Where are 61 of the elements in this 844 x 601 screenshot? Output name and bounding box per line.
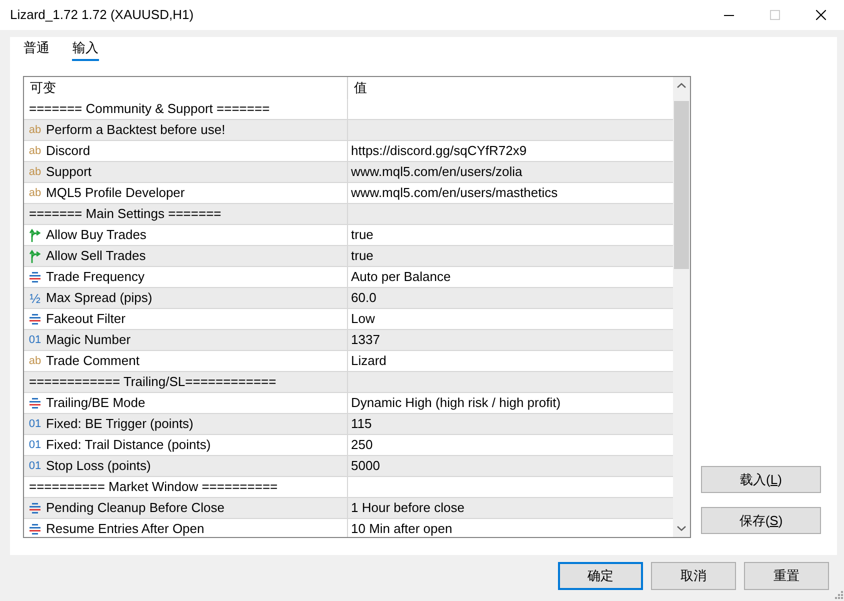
parameter-name: Trade Comment xyxy=(46,354,140,368)
parameter-value[interactable]: true xyxy=(348,246,673,267)
save-button[interactable]: 保存(S) xyxy=(701,507,821,534)
text-type-icon: ab xyxy=(28,146,42,156)
parameter-name: Discord xyxy=(46,144,90,158)
parameter-name: Trailing/BE Mode xyxy=(46,396,146,410)
integer-type-icon: 01 xyxy=(28,334,42,346)
reset-button[interactable]: 重置 xyxy=(744,562,829,590)
load-button[interactable]: 载入(L) xyxy=(701,466,821,493)
parameter-value[interactable]: www.mql5.com/en/users/zolia xyxy=(348,162,673,183)
parameter-name: MQL5 Profile Developer xyxy=(46,186,185,200)
tab[interactable]: 输入 xyxy=(72,37,99,61)
branch-arrow-icon xyxy=(29,228,41,242)
scrollbar-thumb[interactable] xyxy=(674,101,689,269)
parameter-value[interactable]: 5000 xyxy=(348,456,673,477)
parameter-name: Max Spread (pips) xyxy=(46,291,152,305)
fraction-icon: ½ xyxy=(28,292,42,304)
text-type-icon: ab xyxy=(28,124,42,136)
maximize-icon xyxy=(770,10,780,20)
parameter-value[interactable]: 1337 xyxy=(348,330,673,351)
list-lines-icon xyxy=(29,523,41,535)
parameter-value[interactable]: 1 Hour before close xyxy=(348,498,673,519)
close-icon xyxy=(816,10,826,20)
parameter-value[interactable]: 60.0 xyxy=(348,288,673,309)
scroll-up-icon[interactable] xyxy=(677,83,686,88)
parameter-name: Resume Entries After Open xyxy=(46,522,204,536)
parameter-name: Allow Buy Trades xyxy=(46,228,146,242)
list-lines-icon xyxy=(29,271,41,283)
parameter-name: Perform a Backtest before use! xyxy=(46,123,226,137)
cancel-button[interactable]: 取消 xyxy=(651,562,736,590)
size-grip-icon[interactable] xyxy=(835,591,843,599)
list-lines-icon xyxy=(29,397,41,409)
tab[interactable]: 普通 xyxy=(23,37,50,61)
text-type-icon: ab xyxy=(28,166,42,178)
ok-button[interactable]: 确定 xyxy=(558,562,643,590)
minimize-icon xyxy=(724,14,734,16)
section-heading: ============ Trailing/SL============ xyxy=(24,372,348,393)
integer-type-icon: 01 xyxy=(28,418,42,430)
text-type-icon: ab xyxy=(28,188,42,198)
window-title: Lizard_1.72 1.72 (XAUUSD,H1) xyxy=(9,7,195,23)
branch-arrow-icon xyxy=(29,249,41,263)
parameter-name: Magic Number xyxy=(46,333,131,347)
parameter-name: Fixed: Trail Distance (points) xyxy=(46,438,211,452)
parameter-name: Allow Sell Trades xyxy=(46,249,146,263)
integer-type-icon: 01 xyxy=(28,440,42,450)
parameter-name: Trade Frequency xyxy=(46,270,145,284)
scrollbar-track[interactable] xyxy=(673,77,690,537)
section-heading: ======= Main Settings ======= xyxy=(24,204,348,225)
text-type-icon: ab xyxy=(28,356,42,366)
integer-type-icon: 01 xyxy=(28,460,42,472)
section-heading: ========== Market Window ========== xyxy=(24,477,348,498)
section-heading: ======= Community & Support ======= xyxy=(24,99,348,120)
parameter-name: Fixed: BE Trigger (points) xyxy=(46,417,194,431)
parameter-name: Fakeout Filter xyxy=(46,312,126,326)
parameter-name: Pending Cleanup Before Close xyxy=(46,501,225,515)
parameter-value[interactable]: 115 xyxy=(348,414,673,435)
parameter-name: Support xyxy=(46,165,92,179)
scroll-down-icon[interactable] xyxy=(677,526,686,531)
list-lines-icon xyxy=(29,313,41,325)
parameter-name: Stop Loss (points) xyxy=(46,459,151,473)
list-lines-icon xyxy=(29,502,41,514)
